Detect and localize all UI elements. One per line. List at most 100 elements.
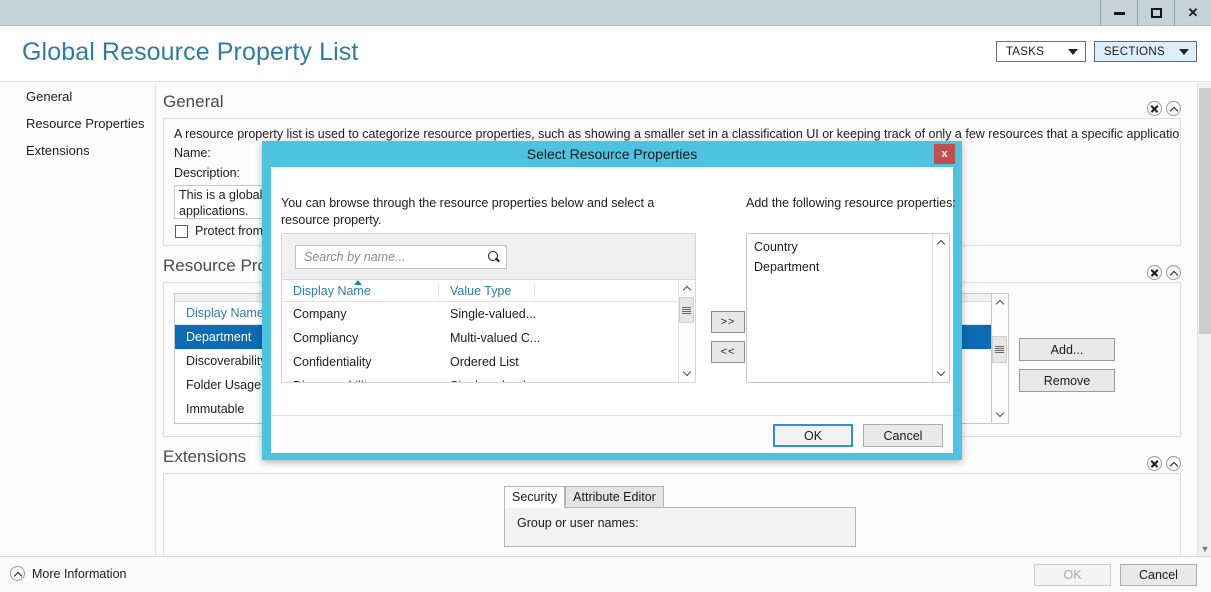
column-header-label: Display Name: [186, 306, 264, 320]
expand-chevron-icon[interactable]: [10, 566, 25, 581]
dialog-ok-button[interactable]: OK: [773, 424, 853, 447]
scrollbar-thumb[interactable]: [679, 297, 694, 323]
tab-security[interactable]: Security: [504, 486, 566, 508]
column-header-display-name[interactable]: Display Name: [282, 280, 439, 298]
dialog-cancel-button[interactable]: Cancel: [863, 424, 943, 447]
add-list-label: Add the following resource properties:: [746, 196, 956, 210]
main-scrollbar-thumb[interactable]: [1199, 88, 1211, 334]
chevron-down-icon: [1179, 48, 1189, 55]
scroll-down-icon[interactable]: [679, 365, 694, 382]
grid-body: Display Name Value Type Company Single-v…: [282, 280, 678, 382]
sidebar-item-extensions[interactable]: Extensions: [0, 137, 155, 164]
selected-list-body: Country Department: [747, 234, 932, 382]
search-placeholder: Search by name...: [304, 250, 406, 264]
table-row[interactable]: Company Single-valued...: [282, 302, 678, 326]
remove-selected-button[interactable]: <<: [711, 341, 745, 363]
scroll-down-icon[interactable]: ▼: [1198, 542, 1211, 556]
general-heading: General: [163, 92, 224, 111]
search-input[interactable]: Search by name...: [295, 245, 507, 269]
tasks-dropdown-button[interactable]: TASKS: [995, 41, 1086, 62]
selected-list-scrollbar[interactable]: [932, 234, 949, 382]
grid-vertical-scrollbar[interactable]: [992, 293, 1009, 424]
column-header-value-type[interactable]: Value Type: [439, 283, 535, 298]
add-selected-button[interactable]: >>: [711, 311, 745, 333]
transfer-buttons: >> <<: [711, 311, 745, 363]
window-footer: More Information OK Cancel: [0, 556, 1211, 592]
group-or-user-names-label: Group or user names:: [517, 516, 639, 530]
extensions-section-controls: [1147, 456, 1181, 471]
cell-value-type: Single-valued...: [450, 307, 537, 321]
scrollbar-thumb[interactable]: [992, 336, 1007, 363]
cell-value-type: Single-valued...: [439, 374, 549, 382]
scroll-up-icon[interactable]: [679, 280, 694, 297]
dialog-actions: OK Cancel: [773, 424, 943, 447]
dialog-inner: You can browse through the resource prop…: [271, 167, 956, 415]
list-item[interactable]: Country: [747, 237, 932, 257]
scroll-up-icon[interactable]: [933, 234, 948, 251]
sort-ascending-icon: [354, 280, 362, 285]
footer-actions: OK Cancel: [1034, 564, 1197, 586]
add-button[interactable]: Add...: [1019, 338, 1115, 361]
cancel-button[interactable]: Cancel: [1120, 564, 1197, 586]
window-titlebar: ✕: [0, 0, 1211, 26]
available-grid-scrollbar[interactable]: [678, 280, 695, 382]
column-header-label: Value Type: [450, 283, 512, 298]
sidebar-item-resource-properties[interactable]: Resource Properties: [0, 110, 155, 137]
close-section-icon[interactable]: [1147, 101, 1162, 116]
general-section-controls: [1147, 101, 1181, 116]
scroll-down-icon[interactable]: [992, 406, 1007, 423]
dialog-titlebar: Select Resource Properties x: [262, 141, 962, 167]
close-section-icon[interactable]: [1147, 456, 1162, 471]
table-row[interactable]: Discoverability Single-valued...: [282, 374, 678, 382]
maximize-icon: [1150, 8, 1162, 18]
sidebar-item-general[interactable]: General: [0, 83, 155, 110]
tab-attribute-editor[interactable]: Attribute Editor: [565, 486, 664, 508]
maximize-button[interactable]: [1137, 0, 1174, 26]
close-button[interactable]: ✕: [1174, 0, 1211, 26]
collapse-section-icon[interactable]: [1166, 265, 1181, 280]
selected-properties-list[interactable]: Country Department: [746, 233, 950, 383]
application-window: ✕ Global Resource Property List TASKS SE…: [0, 0, 1211, 592]
table-row[interactable]: Confidentiality Ordered List: [282, 350, 678, 374]
main-vertical-scrollbar[interactable]: ▲ ▼: [1197, 83, 1211, 556]
ok-button[interactable]: OK: [1034, 564, 1111, 586]
collapse-section-icon[interactable]: [1166, 456, 1181, 471]
resource-properties-section-controls: [1147, 265, 1181, 280]
cell-display-name: Compliancy: [293, 331, 359, 345]
dialog-close-button[interactable]: x: [934, 144, 955, 164]
column-header-label: Display Name: [293, 283, 371, 298]
cell-display-name: Discoverability: [282, 374, 439, 382]
grid-header: Display Name Value Type: [282, 280, 678, 302]
minimize-icon: [1113, 11, 1125, 15]
available-properties-grid[interactable]: Display Name Value Type Company Single-v…: [281, 279, 696, 383]
cell-value-type: Ordered List: [450, 355, 519, 369]
minimize-button[interactable]: [1100, 0, 1137, 26]
scroll-down-icon[interactable]: [933, 365, 948, 382]
general-description: A resource property list is used to cate…: [174, 127, 1180, 141]
close-icon: ✕: [1187, 5, 1199, 20]
sections-dropdown-button[interactable]: SECTIONS: [1093, 41, 1197, 62]
page-title: Global Resource Property List: [22, 38, 359, 66]
scroll-up-icon[interactable]: [992, 294, 1007, 311]
protect-deletion-checkbox[interactable]: [175, 224, 188, 238]
list-item[interactable]: Department: [747, 257, 932, 277]
extensions-section: Extensions Security Attribute Editor Gro…: [157, 447, 1197, 556]
search-icon[interactable]: [487, 250, 500, 264]
close-section-icon[interactable]: [1147, 265, 1162, 280]
collapse-section-icon[interactable]: [1166, 101, 1181, 116]
cell-display-name: Confidentiality: [293, 355, 372, 369]
more-information-link[interactable]: More Information: [10, 566, 126, 581]
window-controls: ✕: [1100, 0, 1211, 26]
remove-button[interactable]: Remove: [1019, 369, 1115, 392]
dialog-footer: OK Cancel: [271, 415, 953, 453]
cell-value-type: Multi-valued C...: [450, 331, 541, 345]
dialog-title: Select Resource Properties: [526, 146, 698, 162]
dialog-instruction: You can browse through the resource prop…: [281, 196, 655, 227]
sidebar-nav: General Resource Properties Extensions: [0, 83, 156, 556]
extensions-panel: Security Attribute Editor Group or user …: [163, 473, 1181, 556]
table-row[interactable]: Compliancy Multi-valued C...: [282, 326, 678, 350]
page-header: Global Resource Property List TASKS SECT…: [0, 27, 1211, 82]
select-resource-properties-dialog: Select Resource Properties x You can bro…: [262, 141, 962, 460]
resource-properties-actions: Add... Remove: [1019, 293, 1115, 424]
dialog-body: You can browse through the resource prop…: [271, 167, 956, 453]
